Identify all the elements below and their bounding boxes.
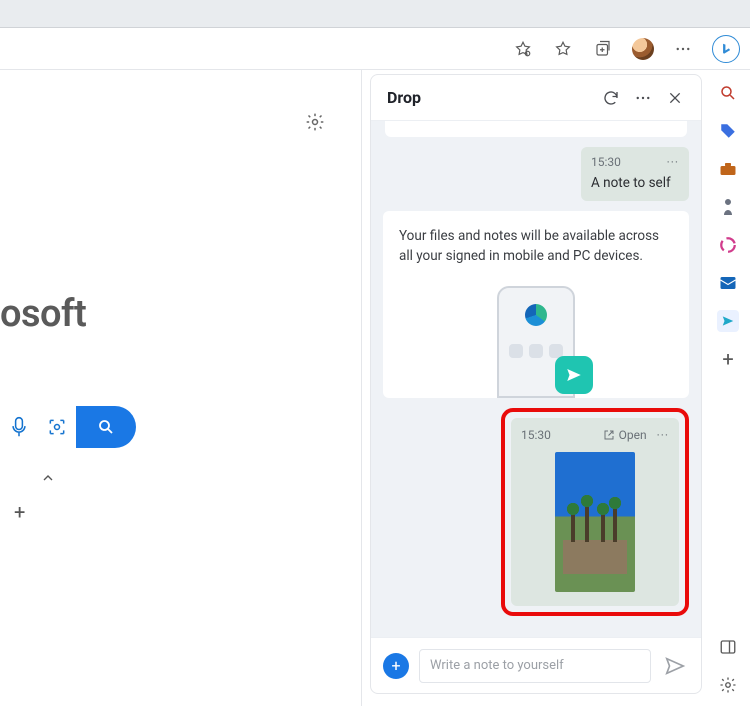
image-message[interactable]: 15:30 Open ··· bbox=[511, 418, 679, 606]
brand-text: osoft bbox=[0, 292, 86, 336]
browser-toolbar bbox=[0, 28, 750, 70]
toolbox-icon[interactable] bbox=[717, 158, 739, 180]
window-titlebar bbox=[0, 0, 750, 28]
m365-icon[interactable] bbox=[717, 234, 739, 256]
search-bar-cluster bbox=[0, 406, 136, 448]
send-badge-icon bbox=[555, 356, 593, 394]
bing-chat-icon[interactable] bbox=[712, 35, 740, 63]
image-search-icon[interactable] bbox=[38, 406, 76, 448]
info-card: Your files and notes will be available a… bbox=[383, 211, 689, 398]
sidebar-rail: + bbox=[706, 70, 750, 706]
settings-rail-icon[interactable] bbox=[717, 674, 739, 696]
prev-card-edge bbox=[385, 121, 687, 137]
note-meta: 15:30 ··· bbox=[591, 155, 679, 169]
edge-logo-icon bbox=[525, 304, 547, 326]
highlighted-message: 15:30 Open ··· bbox=[501, 408, 689, 616]
image-thumbnail[interactable] bbox=[555, 452, 635, 592]
composer-input[interactable] bbox=[419, 649, 651, 683]
send-button[interactable] bbox=[661, 652, 689, 680]
panel-toggle-icon[interactable] bbox=[717, 636, 739, 658]
refresh-icon[interactable] bbox=[601, 88, 621, 108]
more-icon[interactable] bbox=[672, 38, 694, 60]
shopping-tag-icon[interactable] bbox=[717, 120, 739, 142]
add-rail-icon[interactable]: + bbox=[717, 348, 739, 370]
drop-header: Drop bbox=[371, 75, 701, 121]
note-text: A note to self bbox=[591, 175, 679, 191]
drop-more-icon[interactable] bbox=[633, 88, 653, 108]
add-tile-icon[interactable]: + bbox=[14, 500, 25, 524]
image-more-icon[interactable]: ··· bbox=[657, 428, 669, 442]
info-text: Your files and notes will be available a… bbox=[399, 227, 673, 266]
profile-avatar[interactable] bbox=[632, 38, 654, 60]
image-meta: 15:30 Open ··· bbox=[521, 428, 669, 442]
page-main: osoft + bbox=[0, 70, 362, 706]
games-icon[interactable] bbox=[717, 196, 739, 218]
drop-panel: Drop 15:30 ··· A note to self Your files… bbox=[370, 74, 702, 694]
favorite-star-icon[interactable] bbox=[512, 38, 534, 60]
open-button[interactable]: Open bbox=[603, 428, 647, 442]
drop-body: 15:30 ··· A note to self Your files and … bbox=[371, 121, 701, 637]
drop-title: Drop bbox=[387, 88, 589, 107]
drop-composer: + bbox=[371, 637, 701, 693]
attach-button[interactable]: + bbox=[383, 653, 409, 679]
voice-search-icon[interactable] bbox=[0, 406, 38, 448]
page-settings-icon[interactable] bbox=[305, 112, 325, 132]
collections-icon[interactable] bbox=[592, 38, 614, 60]
note-more-icon[interactable]: ··· bbox=[667, 155, 679, 169]
drop-rail-icon[interactable] bbox=[717, 310, 739, 332]
note-message[interactable]: 15:30 ··· A note to self bbox=[581, 147, 689, 201]
phone-illustration bbox=[399, 278, 673, 398]
open-label: Open bbox=[619, 428, 647, 442]
search-button[interactable] bbox=[76, 406, 136, 448]
image-time: 15:30 bbox=[521, 428, 551, 442]
search-rail-icon[interactable] bbox=[717, 82, 739, 104]
note-time: 15:30 bbox=[591, 155, 621, 169]
favorites-icon[interactable] bbox=[552, 38, 574, 60]
close-icon[interactable] bbox=[665, 88, 685, 108]
collapse-icon[interactable] bbox=[40, 470, 56, 486]
outlook-icon[interactable] bbox=[717, 272, 739, 294]
